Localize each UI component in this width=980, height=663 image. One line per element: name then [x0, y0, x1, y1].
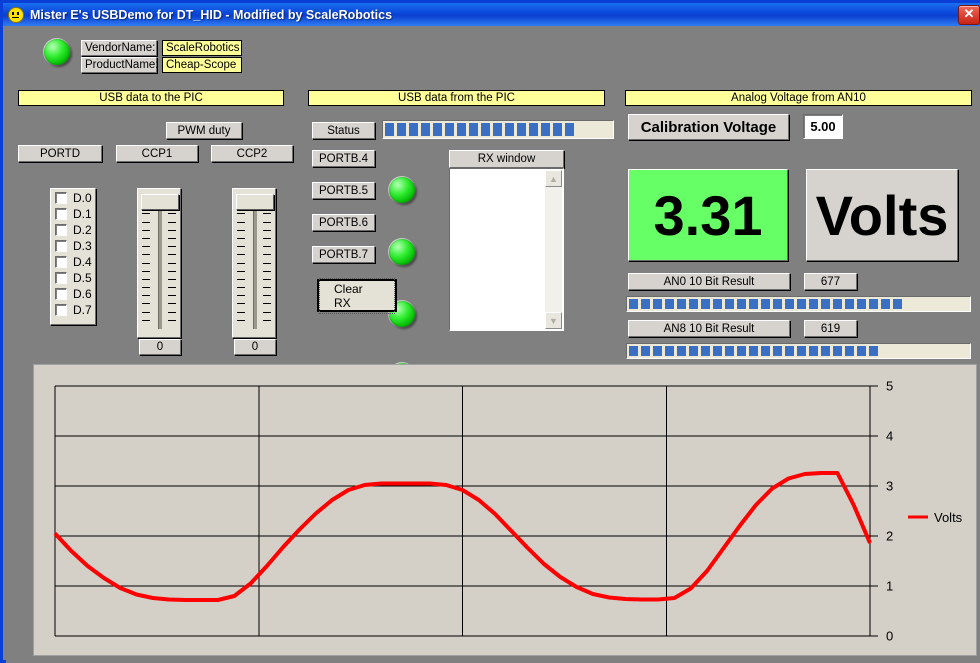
- chart-svg: 0 1 2 3 4 5 Volts: [34, 365, 978, 657]
- checkbox-label-d2: D.2: [73, 223, 92, 237]
- voltage-unit-label: Volts: [806, 169, 958, 261]
- an8-progress-bar: [626, 343, 971, 359]
- checkbox-d5[interactable]: [55, 272, 67, 284]
- vendor-name-value: ScaleRobotics: [162, 40, 242, 56]
- checkbox-d1[interactable]: [55, 208, 67, 220]
- tx-panel-header: USB data to the PIC: [18, 90, 284, 106]
- ccp2-slider-ticks-left: [237, 197, 245, 331]
- checkbox-row-d3[interactable]: D.3: [55, 238, 115, 254]
- portb4-led: [386, 175, 418, 205]
- close-icon[interactable]: ✕: [958, 5, 980, 25]
- scroll-down-icon[interactable]: ▼: [545, 312, 562, 329]
- rx-panel-header: USB data from the PIC: [308, 90, 605, 106]
- portb5-led: [386, 237, 418, 267]
- status-label: Status: [312, 122, 375, 139]
- green-led-icon: [389, 177, 415, 203]
- ccp1-slider-ticks-right: [168, 197, 176, 331]
- rx-window-textarea[interactable]: ▲ ▼: [449, 168, 564, 331]
- title-bar: Mister E's USBDemo for DT_HID - Modified…: [3, 3, 980, 26]
- portb5-label: PORTB.5: [312, 182, 375, 199]
- checkbox-row-d6[interactable]: D.6: [55, 286, 115, 302]
- portd-label: PORTD: [18, 145, 102, 162]
- ccp2-slider-track: [253, 205, 257, 329]
- ccp1-value: 0: [139, 339, 181, 355]
- product-name-label: ProductName:: [81, 57, 157, 73]
- checkbox-d2[interactable]: [55, 224, 67, 236]
- green-led-icon: [389, 239, 415, 265]
- ccp1-slider-ticks-left: [142, 197, 150, 331]
- pwm-duty-label: PWM duty: [166, 122, 242, 139]
- checkbox-d7[interactable]: [55, 304, 67, 316]
- svg-text:Volts: Volts: [934, 510, 963, 525]
- product-name-value: Cheap-Scope: [162, 57, 242, 73]
- checkbox-row-d2[interactable]: D.2: [55, 222, 115, 238]
- an0-result-label: AN0 10 Bit Result: [628, 273, 790, 290]
- calibration-voltage-input[interactable]: 5.00: [803, 114, 843, 139]
- svg-text:4: 4: [886, 429, 893, 444]
- checkbox-row-d1[interactable]: D.1: [55, 206, 115, 222]
- calibration-voltage-label: Calibration Voltage: [628, 114, 789, 140]
- svg-text:2: 2: [886, 529, 893, 544]
- an8-result-label: AN8 10 Bit Result: [628, 320, 790, 337]
- checkbox-label-d3: D.3: [73, 239, 92, 253]
- ccp1-slider-track: [158, 205, 162, 329]
- ccp2-slider-ticks-right: [263, 197, 271, 331]
- app-window: Mister E's USBDemo for DT_HID - Modified…: [0, 0, 980, 663]
- an8-result-value: 619: [804, 320, 857, 337]
- rx-window-title: RX window: [449, 150, 564, 168]
- checkbox-label-d6: D.6: [73, 287, 92, 301]
- checkbox-label-d5: D.5: [73, 271, 92, 285]
- svg-text:5: 5: [886, 379, 893, 394]
- checkbox-label-d0: D.0: [73, 191, 92, 205]
- portb7-label: PORTB.7: [312, 246, 375, 263]
- client-area: VendorName: ScaleRobotics ProductName: C…: [6, 26, 980, 663]
- clear-rx-button-label: Clear RX: [319, 278, 395, 314]
- svg-text:1: 1: [886, 579, 893, 594]
- vendor-name-label: VendorName:: [81, 40, 157, 56]
- ccp1-slider-thumb[interactable]: [141, 194, 179, 210]
- ccp2-slider[interactable]: [232, 188, 276, 338]
- rx-window-scrollbar[interactable]: ▲ ▼: [545, 170, 562, 329]
- portb6-label: PORTB.6: [312, 214, 375, 231]
- checkbox-d3[interactable]: [55, 240, 67, 252]
- green-led-icon: [44, 39, 70, 65]
- ccp1-slider[interactable]: [137, 188, 181, 338]
- checkbox-row-d5[interactable]: D.5: [55, 270, 115, 286]
- checkbox-d6[interactable]: [55, 288, 67, 300]
- checkbox-row-d4[interactable]: D.4: [55, 254, 115, 270]
- checkbox-label-d1: D.1: [73, 207, 92, 221]
- status-progress-bar: [382, 120, 614, 139]
- smiley-icon: [8, 7, 24, 23]
- checkbox-row-d7[interactable]: D.7: [55, 302, 115, 318]
- svg-text:0: 0: [886, 629, 893, 644]
- portd-checkbox-list: D.0 D.1 D.2 D.3 D.4 D.5: [55, 190, 115, 318]
- checkbox-d4[interactable]: [55, 256, 67, 268]
- scroll-up-icon[interactable]: ▲: [545, 170, 562, 187]
- connection-led: [41, 37, 73, 67]
- svg-text:3: 3: [886, 479, 893, 494]
- checkbox-label-d4: D.4: [73, 255, 92, 269]
- portb4-label: PORTB.4: [312, 150, 375, 167]
- checkbox-row-d0[interactable]: D.0: [55, 190, 115, 206]
- checkbox-label-d7: D.7: [73, 303, 92, 317]
- ccp1-label: CCP1: [116, 145, 198, 162]
- clear-rx-button[interactable]: Clear RX: [317, 279, 397, 312]
- voltage-readout: 3.31: [628, 169, 788, 261]
- window-title: Mister E's USBDemo for DT_HID - Modified…: [30, 8, 392, 22]
- voltage-chart: 0 1 2 3 4 5 Volts: [33, 364, 977, 656]
- checkbox-d0[interactable]: [55, 192, 67, 204]
- ccp2-slider-thumb[interactable]: [236, 194, 274, 210]
- ccp2-value: 0: [234, 339, 276, 355]
- an0-result-value: 677: [804, 273, 857, 290]
- an0-progress-bar: [626, 296, 971, 312]
- ccp2-label: CCP2: [211, 145, 293, 162]
- analog-panel-header: Analog Voltage from AN10: [625, 90, 972, 106]
